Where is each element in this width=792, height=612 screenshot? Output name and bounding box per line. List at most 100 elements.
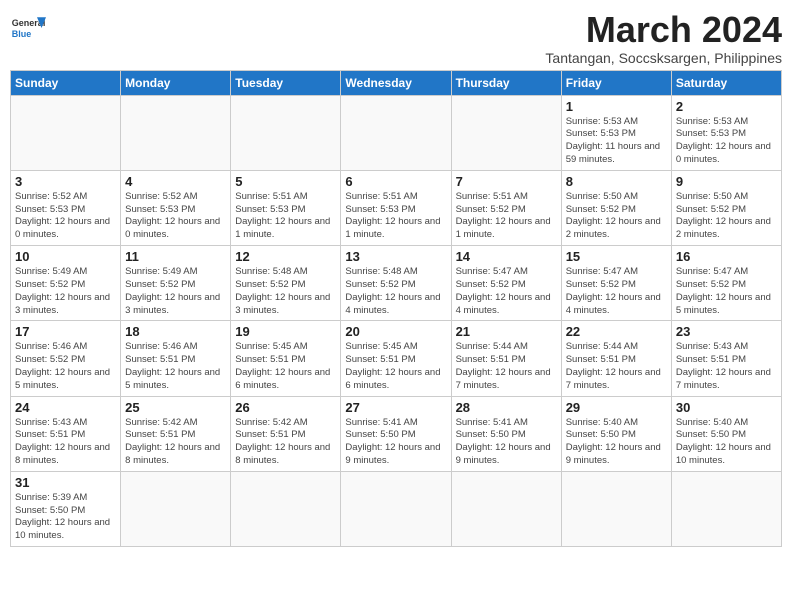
day-number: 16 xyxy=(676,249,777,264)
day-info: Sunrise: 5:44 AM Sunset: 5:51 PM Dayligh… xyxy=(566,341,667,392)
table-row: 24 Sunrise: 5:43 AM Sunset: 5:51 PM Dayli… xyxy=(11,396,121,471)
day-info: Sunrise: 5:51 AM Sunset: 5:53 PM Dayligh… xyxy=(235,191,336,242)
table-row: 8Sunrise: 5:50 AM Sunset: 5:52 PM Daylig… xyxy=(561,170,671,245)
day-info: Sunrise: 5:53 AM Sunset: 5:53 PM Dayligh… xyxy=(676,116,777,167)
table-row: 19 Sunrise: 5:45 AM Sunset: 5:51 PM Dayli… xyxy=(231,321,341,396)
day-number: 22 xyxy=(566,324,667,339)
generalblue-logo-icon: General Blue xyxy=(10,10,46,46)
table-row: 13Sunrise: 5:48 AM Sunset: 5:52 PM Dayli… xyxy=(341,246,451,321)
header-wednesday: Wednesday xyxy=(341,70,451,95)
table-row: 6Sunrise: 5:51 AM Sunset: 5:53 PM Daylig… xyxy=(341,170,451,245)
table-row: 2Sunrise: 5:53 AM Sunset: 5:53 PM Daylig… xyxy=(671,95,781,170)
table-row: 20 Sunrise: 5:45 AM Sunset: 5:51 PM Dayli… xyxy=(341,321,451,396)
title-area: March 2024 Tantangan, Soccsksargen, Phil… xyxy=(545,10,782,66)
day-number: 19 xyxy=(235,324,336,339)
table-row: 3Sunrise: 5:52 AM Sunset: 5:53 PM Daylig… xyxy=(11,170,121,245)
day-number: 25 xyxy=(125,400,226,415)
table-row xyxy=(231,95,341,170)
table-row: 16 Sunrise: 5:47 AM Sunset: 5:52 PM Dayli… xyxy=(671,246,781,321)
table-row: 22 Sunrise: 5:44 AM Sunset: 5:51 PM Dayli… xyxy=(561,321,671,396)
day-info: Sunrise: 5:39 AM Sunset: 5:50 PM Dayligh… xyxy=(15,492,116,543)
logo: General Blue xyxy=(10,10,46,46)
svg-text:Blue: Blue xyxy=(12,29,32,39)
day-info: Sunrise: 5:40 AM Sunset: 5:50 PM Dayligh… xyxy=(676,417,777,468)
day-info: Sunrise: 5:46 AM Sunset: 5:52 PM Dayligh… xyxy=(15,341,116,392)
table-row xyxy=(341,95,451,170)
table-row: 7 Sunrise: 5:51 AM Sunset: 5:52 PM Daylig… xyxy=(451,170,561,245)
day-info: Sunrise: 5:51 AM Sunset: 5:53 PM Dayligh… xyxy=(345,191,446,242)
calendar-header-row: Sunday Monday Tuesday Wednesday Thursday… xyxy=(11,70,782,95)
day-number: 27 xyxy=(345,400,446,415)
month-title: March 2024 xyxy=(545,10,782,50)
table-row xyxy=(11,95,121,170)
day-number: 31 xyxy=(15,475,116,490)
day-info: Sunrise: 5:41 AM Sunset: 5:50 PM Dayligh… xyxy=(456,417,557,468)
table-row: 27 Sunrise: 5:41 AM Sunset: 5:50 PM Dayli… xyxy=(341,396,451,471)
day-info: Sunrise: 5:50 AM Sunset: 5:52 PM Dayligh… xyxy=(676,191,777,242)
table-row xyxy=(341,471,451,546)
table-row: 4Sunrise: 5:52 AM Sunset: 5:53 PM Daylig… xyxy=(121,170,231,245)
day-number: 20 xyxy=(345,324,446,339)
day-info: Sunrise: 5:46 AM Sunset: 5:51 PM Dayligh… xyxy=(125,341,226,392)
day-number: 21 xyxy=(456,324,557,339)
day-info: Sunrise: 5:43 AM Sunset: 5:51 PM Dayligh… xyxy=(15,417,116,468)
day-info: Sunrise: 5:41 AM Sunset: 5:50 PM Dayligh… xyxy=(345,417,446,468)
table-row: 31 Sunrise: 5:39 AM Sunset: 5:50 PM Dayli… xyxy=(11,471,121,546)
table-row: 26Sunrise: 5:42 AM Sunset: 5:51 PM Dayli… xyxy=(231,396,341,471)
day-number: 7 xyxy=(456,174,557,189)
table-row: 10Sunrise: 5:49 AM Sunset: 5:52 PM Dayli… xyxy=(11,246,121,321)
header-tuesday: Tuesday xyxy=(231,70,341,95)
day-info: Sunrise: 5:40 AM Sunset: 5:50 PM Dayligh… xyxy=(566,417,667,468)
day-info: Sunrise: 5:44 AM Sunset: 5:51 PM Dayligh… xyxy=(456,341,557,392)
calendar-table: Sunday Monday Tuesday Wednesday Thursday… xyxy=(10,70,782,548)
day-info: Sunrise: 5:42 AM Sunset: 5:51 PM Dayligh… xyxy=(125,417,226,468)
day-info: Sunrise: 5:45 AM Sunset: 5:51 PM Dayligh… xyxy=(345,341,446,392)
day-number: 23 xyxy=(676,324,777,339)
day-info: Sunrise: 5:49 AM Sunset: 5:52 PM Dayligh… xyxy=(125,266,226,317)
calendar-week-row: 24 Sunrise: 5:43 AM Sunset: 5:51 PM Dayli… xyxy=(11,396,782,471)
table-row xyxy=(231,471,341,546)
table-row: 25 Sunrise: 5:42 AM Sunset: 5:51 PM Dayli… xyxy=(121,396,231,471)
day-info: Sunrise: 5:49 AM Sunset: 5:52 PM Dayligh… xyxy=(15,266,116,317)
day-info: Sunrise: 5:53 AM Sunset: 5:53 PM Dayligh… xyxy=(566,116,667,167)
table-row: 21 Sunrise: 5:44 AM Sunset: 5:51 PM Dayli… xyxy=(451,321,561,396)
table-row: 15 Sunrise: 5:47 AM Sunset: 5:52 PM Dayli… xyxy=(561,246,671,321)
day-number: 3 xyxy=(15,174,116,189)
table-row xyxy=(451,95,561,170)
day-number: 30 xyxy=(676,400,777,415)
table-row: 28Sunrise: 5:41 AM Sunset: 5:50 PM Dayli… xyxy=(451,396,561,471)
day-number: 17 xyxy=(15,324,116,339)
table-row: 18Sunrise: 5:46 AM Sunset: 5:51 PM Dayli… xyxy=(121,321,231,396)
table-row xyxy=(561,471,671,546)
table-row: 9Sunrise: 5:50 AM Sunset: 5:52 PM Daylig… xyxy=(671,170,781,245)
header-friday: Friday xyxy=(561,70,671,95)
header-sunday: Sunday xyxy=(11,70,121,95)
day-info: Sunrise: 5:51 AM Sunset: 5:52 PM Dayligh… xyxy=(456,191,557,242)
table-row xyxy=(451,471,561,546)
table-row: 30 Sunrise: 5:40 AM Sunset: 5:50 PM Dayli… xyxy=(671,396,781,471)
day-info: Sunrise: 5:50 AM Sunset: 5:52 PM Dayligh… xyxy=(566,191,667,242)
table-row: 14Sunrise: 5:47 AM Sunset: 5:52 PM Dayli… xyxy=(451,246,561,321)
day-number: 24 xyxy=(15,400,116,415)
day-number: 15 xyxy=(566,249,667,264)
table-row xyxy=(121,95,231,170)
day-number: 29 xyxy=(566,400,667,415)
day-number: 11 xyxy=(125,249,226,264)
table-row xyxy=(121,471,231,546)
day-number: 14 xyxy=(456,249,557,264)
day-number: 13 xyxy=(345,249,446,264)
calendar-week-row: 17 Sunrise: 5:46 AM Sunset: 5:52 PM Dayli… xyxy=(11,321,782,396)
day-info: Sunrise: 5:45 AM Sunset: 5:51 PM Dayligh… xyxy=(235,341,336,392)
table-row: 11 Sunrise: 5:49 AM Sunset: 5:52 PM Dayli… xyxy=(121,246,231,321)
day-info: Sunrise: 5:43 AM Sunset: 5:51 PM Dayligh… xyxy=(676,341,777,392)
table-row: 12Sunrise: 5:48 AM Sunset: 5:52 PM Dayli… xyxy=(231,246,341,321)
calendar-week-row: 10Sunrise: 5:49 AM Sunset: 5:52 PM Dayli… xyxy=(11,246,782,321)
table-row: 23 Sunrise: 5:43 AM Sunset: 5:51 PM Dayli… xyxy=(671,321,781,396)
header: General Blue March 2024 Tantangan, Soccs… xyxy=(10,10,782,66)
location-subtitle: Tantangan, Soccsksargen, Philippines xyxy=(545,50,782,66)
day-info: Sunrise: 5:47 AM Sunset: 5:52 PM Dayligh… xyxy=(566,266,667,317)
day-info: Sunrise: 5:42 AM Sunset: 5:51 PM Dayligh… xyxy=(235,417,336,468)
table-row: 5 Sunrise: 5:51 AM Sunset: 5:53 PM Daylig… xyxy=(231,170,341,245)
day-number: 5 xyxy=(235,174,336,189)
day-info: Sunrise: 5:47 AM Sunset: 5:52 PM Dayligh… xyxy=(676,266,777,317)
